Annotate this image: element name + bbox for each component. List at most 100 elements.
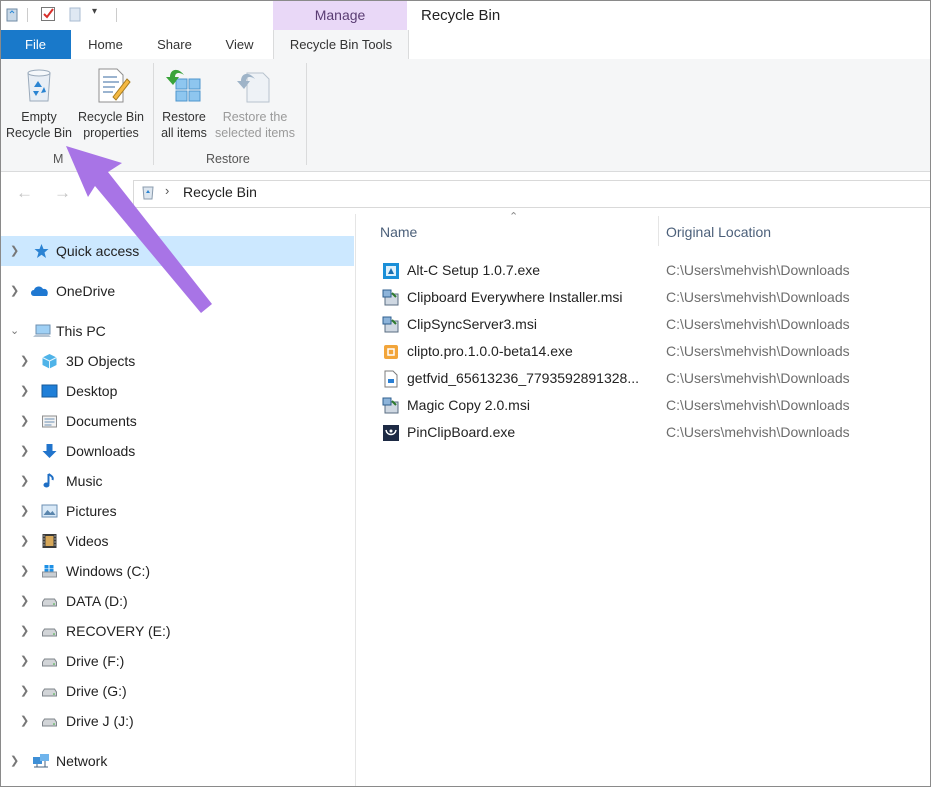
qat-separator: [116, 8, 117, 22]
table-row[interactable]: getfvid_65613236_7793592891328... C:\Use…: [380, 365, 920, 392]
chevron-right-icon[interactable]: ❯: [10, 276, 22, 306]
film-icon: [42, 534, 57, 548]
nav-item-desktop[interactable]: ❯ Desktop: [20, 376, 350, 406]
nav-item-quick-access[interactable]: ❯ Quick access: [10, 236, 350, 266]
properties-check-icon[interactable]: [40, 6, 56, 22]
chevron-right-icon[interactable]: ❯: [20, 466, 32, 496]
file-name: PinClipBoard.exe: [407, 424, 516, 440]
nav-label: Downloads: [66, 443, 136, 459]
chevron-right-icon[interactable]: ❯: [20, 436, 32, 466]
empty-recycle-bin-label-2: Recycle Bin: [6, 126, 72, 140]
nav-label: Pictures: [66, 503, 117, 519]
table-row[interactable]: Magic Copy 2.0.msi C:\Users\mehvish\Down…: [380, 392, 920, 419]
empty-recycle-bin-label-1: Empty: [21, 110, 57, 124]
restore-selected-label-1: Restore the: [222, 110, 288, 124]
nav-label: Desktop: [66, 383, 118, 399]
cloud-icon: [31, 286, 48, 296]
file-name: getfvid_65613236_7793592891328...: [407, 370, 639, 386]
new-folder-icon[interactable]: [67, 6, 83, 22]
nav-item-onedrive[interactable]: ❯ OneDrive: [10, 276, 350, 306]
nav-item-3d-objects[interactable]: ❯ 3D Objects: [20, 346, 350, 376]
nav-label: Drive J (J:): [66, 713, 134, 729]
drive-icon: [42, 628, 57, 637]
chevron-right-icon[interactable]: ❯: [20, 586, 32, 616]
chevron-down-icon[interactable]: ⌄: [10, 316, 22, 346]
restore-selected-items-button[interactable]: Restore the selected items: [212, 59, 298, 141]
ribbon-tabs: File Home Share View Recycle Bin Tools: [0, 30, 931, 60]
breadcrumb-recycle-bin[interactable]: Recycle Bin: [183, 184, 257, 200]
properties-icon: [98, 68, 131, 103]
nav-item-network[interactable]: ❯ Network: [10, 746, 350, 776]
breadcrumb-chevron-icon[interactable]: ›: [165, 183, 169, 198]
nav-item-data-d[interactable]: ❯ DATA (D:): [20, 586, 350, 616]
nav-item-pictures[interactable]: ❯ Pictures: [20, 496, 350, 526]
nav-label: Drive (G:): [66, 683, 127, 699]
chevron-right-icon[interactable]: ❯: [20, 496, 32, 526]
file-location: C:\Users\mehvish\Downloads: [666, 289, 850, 305]
nav-item-drive-j[interactable]: ❯ Drive J (J:): [20, 706, 350, 736]
empty-recycle-bin-button[interactable]: Empty Recycle Bin: [4, 59, 74, 141]
table-row[interactable]: Alt-C Setup 1.0.7.exe C:\Users\mehvish\D…: [380, 257, 920, 284]
file-name: ClipSyncServer3.msi: [407, 316, 537, 332]
nav-item-this-pc[interactable]: ⌄ This PC: [10, 316, 350, 346]
chevron-right-icon[interactable]: ❯: [20, 346, 32, 376]
chevron-right-icon[interactable]: ❯: [20, 646, 32, 676]
chevron-right-icon[interactable]: ❯: [10, 236, 22, 266]
nav-item-drive-g[interactable]: ❯ Drive (G:): [20, 676, 350, 706]
chevron-right-icon[interactable]: ❯: [20, 676, 32, 706]
tab-home[interactable]: Home: [77, 30, 134, 59]
file-icon: [384, 370, 398, 388]
nav-item-recovery-e[interactable]: ❯ RECOVERY (E:): [20, 616, 350, 646]
forward-arrow-icon[interactable]: →: [54, 183, 71, 203]
nav-item-documents[interactable]: ❯ Documents: [20, 406, 350, 436]
tab-view[interactable]: View: [213, 30, 266, 59]
file-location: C:\Users\mehvish\Downloads: [666, 370, 850, 386]
tab-share[interactable]: Share: [147, 30, 202, 59]
file-name: Alt-C Setup 1.0.7.exe: [407, 262, 541, 278]
restore-all-label-2: all items: [161, 126, 207, 140]
music-note-icon: [43, 473, 54, 488]
nav-item-drive-f[interactable]: ❯ Drive (F:): [20, 646, 350, 676]
recycle-bin-icon: [27, 69, 51, 102]
setup-exe-icon: [383, 263, 399, 279]
column-header-name[interactable]: Name: [380, 224, 417, 240]
chevron-right-icon[interactable]: ❯: [20, 526, 32, 556]
network-icon: [33, 754, 49, 768]
nav-item-downloads[interactable]: ❯ Downloads: [20, 436, 350, 466]
nav-item-music[interactable]: ❯ Music: [20, 466, 350, 496]
file-name: Clipboard Everywhere Installer.msi: [407, 289, 623, 305]
nav-label: This PC: [56, 323, 106, 339]
nav-item-windows-c[interactable]: ❯ Windows (C:): [20, 556, 350, 586]
table-row[interactable]: PinClipBoard.exe C:\Users\mehvish\Downlo…: [380, 419, 920, 446]
restore-selected-label-2: selected items: [215, 126, 295, 140]
chevron-right-icon[interactable]: ❯: [10, 746, 22, 776]
desktop-icon: [41, 384, 58, 398]
chevron-right-icon[interactable]: ❯: [20, 616, 32, 646]
tab-file[interactable]: File: [0, 30, 71, 59]
tab-recycle-bin-tools[interactable]: Recycle Bin Tools: [273, 30, 409, 60]
chevron-right-icon[interactable]: ❯: [20, 406, 32, 436]
chevron-right-icon[interactable]: ❯: [20, 556, 32, 586]
back-arrow-icon[interactable]: ←: [16, 183, 33, 203]
column-header-original-location[interactable]: Original Location: [666, 224, 771, 240]
nav-label: RECOVERY (E:): [66, 623, 171, 639]
recycle-bin-properties-button[interactable]: Recycle Bin properties: [76, 59, 146, 141]
nav-item-videos[interactable]: ❯ Videos: [20, 526, 350, 556]
chevron-right-icon[interactable]: ❯: [20, 376, 32, 406]
table-row[interactable]: ClipSyncServer3.msi C:\Users\mehvish\Dow…: [380, 311, 920, 338]
restore-all-items-button[interactable]: Restore all items: [156, 59, 212, 141]
nav-label: Windows (C:): [66, 563, 151, 579]
computer-icon: [33, 324, 51, 337]
table-row[interactable]: clipto.pro.1.0.0-beta14.exe C:\Users\meh…: [380, 338, 920, 365]
nav-label: Network: [56, 753, 108, 769]
recycle-bin-icon: [142, 186, 154, 200]
nav-label: DATA (D:): [66, 593, 128, 609]
table-row[interactable]: Clipboard Everywhere Installer.msi C:\Us…: [380, 284, 920, 311]
qat-dropdown-icon[interactable]: ▾: [92, 6, 97, 17]
column-separator[interactable]: [658, 216, 659, 246]
sort-ascending-icon[interactable]: ⌃: [509, 210, 518, 223]
recycle-bin-icon[interactable]: [4, 6, 20, 22]
chevron-right-icon[interactable]: ❯: [20, 706, 32, 736]
file-name: clipto.pro.1.0.0-beta14.exe: [407, 343, 573, 359]
file-name: Magic Copy 2.0.msi: [407, 397, 530, 413]
